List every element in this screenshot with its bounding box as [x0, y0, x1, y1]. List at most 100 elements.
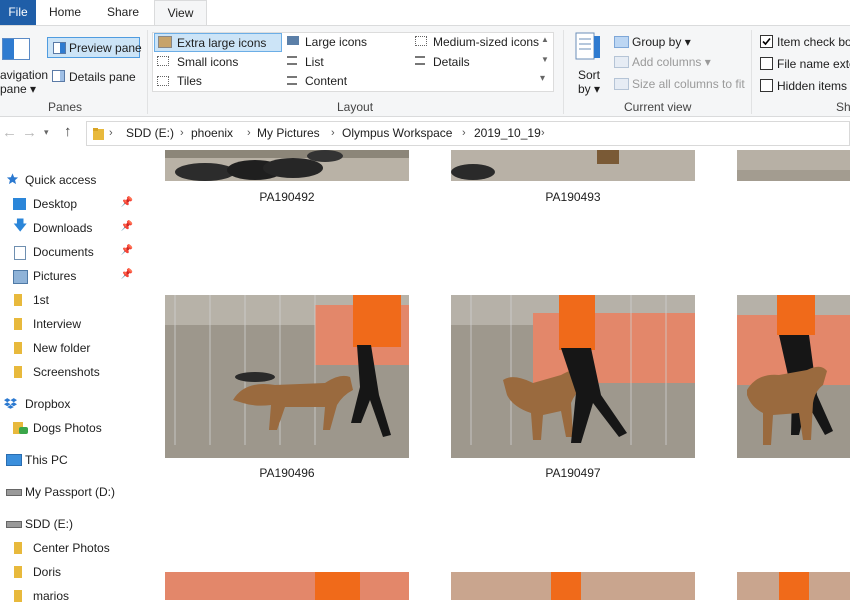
nav-label: SDD (E:) [25, 517, 73, 531]
drive-icon [6, 489, 22, 496]
chevron-right-icon: › [541, 127, 545, 139]
tab-home[interactable]: Home [46, 0, 84, 25]
layout-large-icons[interactable]: Large icons [284, 33, 408, 52]
checkbox-checked[interactable] [760, 35, 773, 48]
tab-view[interactable]: View [154, 0, 207, 26]
breadcrumb-item[interactable]: phoenix [191, 126, 233, 140]
layout-scroll-down[interactable]: ▼ [541, 55, 549, 64]
thumbnail-partial[interactable] [737, 150, 850, 181]
breadcrumb-item[interactable]: 2019_10_19 [474, 126, 541, 140]
thumbnail-row3[interactable] [165, 572, 409, 600]
nav-label: Documents [33, 245, 94, 259]
file-name[interactable]: PA [737, 190, 850, 204]
nav-desktop[interactable]: Desktop 📌 [0, 193, 140, 215]
details-pane-button[interactable]: Details pane [47, 66, 140, 87]
nav-documents[interactable]: Documents 📌 [0, 241, 140, 263]
breadcrumb-item[interactable]: My Pictures [257, 126, 320, 140]
group-by-icon [614, 36, 629, 48]
layout-content[interactable]: Content [284, 73, 408, 92]
sort-label-2: by ▾ [578, 82, 601, 96]
thumbnail-partial[interactable] [737, 295, 850, 458]
photo-dog-walk-icon [451, 295, 695, 458]
nav-dogs-photos[interactable]: Dogs Photos [0, 417, 140, 439]
nav-pane-button[interactable]: avigation pane ▾ [0, 30, 48, 96]
layout-medium-icons[interactable]: Medium-sized icons [412, 33, 540, 52]
recent-locations-button[interactable]: ▾ [44, 127, 49, 138]
layout-tiles[interactable]: Tiles [154, 73, 282, 92]
nav-downloads[interactable]: 🡇 Downloads 📌 [0, 217, 140, 239]
file-list: PA190492 PA190493 PA PA190496 [140, 150, 850, 600]
forward-button[interactable]: → [22, 124, 37, 141]
layout-scroll-up[interactable]: ▲ [541, 35, 549, 44]
details-icon [415, 56, 425, 65]
file-name[interactable]: PA190493 [451, 190, 695, 204]
hidden-items-toggle[interactable]: Hidden items [758, 77, 850, 96]
breadcrumb[interactable]: › SDD (E:) › phoenix › My Pictures › Oly… [86, 121, 850, 146]
nav-my-passport[interactable]: My Passport (D:) [0, 481, 140, 503]
layout-extra-large-icons[interactable]: Extra large icons [154, 33, 282, 52]
up-button[interactable]: ↑ [64, 123, 72, 140]
size-columns-label: Size all columns to fit [632, 77, 745, 91]
thumbnail-pa190496[interactable] [165, 295, 409, 458]
star-icon [6, 173, 19, 185]
nav-folder-center-photos[interactable]: Center Photos [0, 537, 140, 559]
thumbnail-row3[interactable] [737, 572, 850, 600]
preview-pane-button[interactable]: Preview pane [47, 37, 142, 58]
nav-folder-interview[interactable]: Interview [0, 313, 140, 335]
tab-share[interactable]: Share [103, 0, 143, 25]
thumbnail-pa190497[interactable] [451, 295, 695, 458]
pin-icon[interactable]: 📌 [121, 245, 133, 256]
nav-pane-label-1: avigation [0, 68, 49, 82]
pin-icon[interactable]: 📌 [121, 197, 133, 208]
photo-yard-icon [451, 150, 695, 181]
nav-folder-1st[interactable]: 1st [0, 289, 140, 311]
thumbnail-pa190492[interactable] [165, 150, 409, 181]
layout-details[interactable]: Details [412, 53, 540, 72]
folder-icon [14, 542, 22, 554]
nav-label: Center Photos [33, 541, 110, 555]
nav-quick-access[interactable]: Quick access [0, 169, 140, 191]
file-name[interactable]: PA190492 [165, 190, 409, 204]
tab-file[interactable]: File [0, 0, 36, 25]
drive-icon [6, 521, 22, 528]
nav-folder-new-folder[interactable]: New folder [0, 337, 140, 359]
thumbnail-pa190493[interactable] [451, 150, 695, 181]
back-button[interactable]: ← [2, 124, 17, 141]
file-name-extensions-toggle[interactable]: File name exte [758, 55, 850, 74]
nav-dropbox[interactable]: Dropbox [0, 393, 140, 415]
file-name[interactable]: PA190496 [165, 466, 409, 480]
size-columns-button[interactable]: Size all columns to fit [612, 75, 747, 94]
checkbox-unchecked[interactable] [760, 79, 773, 92]
breadcrumb-item[interactable]: Olympus Workspace [342, 126, 452, 140]
nav-this-pc[interactable]: This PC [0, 449, 140, 471]
add-columns-label: Add columns ▾ [632, 55, 711, 69]
folder-icon [14, 366, 22, 378]
nav-folder-screenshots[interactable]: Screenshots [0, 361, 140, 383]
nav-label: 1st [33, 293, 50, 307]
photo-wall-icon [165, 572, 409, 600]
chevron-right-icon: › [462, 127, 466, 139]
ribbon-separator [751, 30, 752, 114]
layout-expand[interactable]: ▾ [540, 73, 545, 84]
file-name[interactable]: PA190497 [451, 466, 695, 480]
layout-small-icons[interactable]: Small icons [154, 53, 282, 72]
nav-folder-marios[interactable]: marios [0, 585, 140, 603]
pin-icon[interactable]: 📌 [121, 269, 133, 280]
item-check-boxes-toggle[interactable]: Item check box [758, 33, 850, 52]
layout-group-label: Layout [337, 100, 374, 114]
pin-icon[interactable]: 📌 [121, 221, 133, 232]
file-name[interactable]: PA [737, 466, 850, 480]
breadcrumb-item[interactable]: SDD (E:) [126, 126, 174, 140]
address-bar: ← → ▾ ↑ › SDD (E:) › phoenix › My Pictur… [0, 117, 850, 150]
add-columns-button[interactable]: Add columns ▾ [612, 53, 747, 72]
layout-list[interactable]: List [284, 53, 408, 72]
group-by-button[interactable]: Group by ▾ [612, 33, 747, 52]
nav-sdd[interactable]: SDD (E:) [0, 513, 140, 535]
checkbox-unchecked[interactable] [760, 57, 773, 70]
nav-pictures[interactable]: Pictures 📌 [0, 265, 140, 287]
sort-by-button[interactable]: Sort by ▾ [569, 32, 609, 96]
nav-folder-doris[interactable]: Doris [0, 561, 140, 583]
sync-status-icon [19, 427, 28, 434]
desktop-icon [13, 198, 26, 210]
thumbnail-row3[interactable] [451, 572, 695, 600]
